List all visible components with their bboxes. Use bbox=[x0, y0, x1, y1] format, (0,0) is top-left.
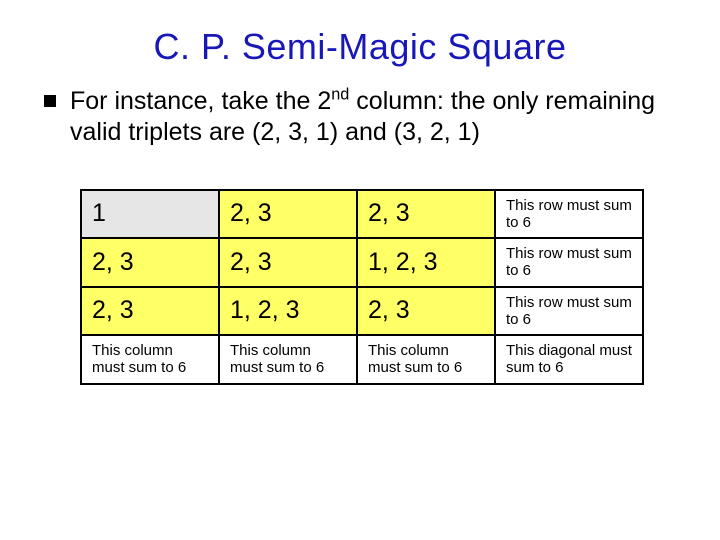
row-note-3: This row must sum to 6 bbox=[495, 287, 643, 336]
square-bullet-icon bbox=[44, 95, 56, 107]
page-title: C. P. Semi-Magic Square bbox=[40, 26, 680, 68]
bullet-text-pre: For instance, take the 2 bbox=[70, 87, 331, 115]
cell-r2c2: 2, 3 bbox=[219, 238, 357, 287]
slide: C. P. Semi-Magic Square For instance, ta… bbox=[0, 0, 720, 405]
diagonal-note: This diagonal must sum to 6 bbox=[495, 335, 643, 384]
row-note-1: This row must sum to 6 bbox=[495, 190, 643, 239]
cell-r3c3: 2, 3 bbox=[357, 287, 495, 336]
bullet-item: For instance, take the 2nd column: the o… bbox=[44, 86, 680, 149]
row-note-2: This row must sum to 6 bbox=[495, 238, 643, 287]
cell-r1c1: 1 bbox=[81, 190, 219, 239]
col-note-2: This column must sum to 6 bbox=[219, 335, 357, 384]
cell-r2c1: 2, 3 bbox=[81, 238, 219, 287]
cell-r1c3: 2, 3 bbox=[357, 190, 495, 239]
cell-r3c1: 2, 3 bbox=[81, 287, 219, 336]
table-row: 2, 3 1, 2, 3 2, 3 This row must sum to 6 bbox=[81, 287, 643, 336]
cell-r1c2: 2, 3 bbox=[219, 190, 357, 239]
cell-r2c3: 1, 2, 3 bbox=[357, 238, 495, 287]
table-row: 2, 3 2, 3 1, 2, 3 This row must sum to 6 bbox=[81, 238, 643, 287]
col-note-3: This column must sum to 6 bbox=[357, 335, 495, 384]
table-footer-row: This column must sum to 6 This column mu… bbox=[81, 335, 643, 384]
cell-r3c2: 1, 2, 3 bbox=[219, 287, 357, 336]
magic-square-table: 1 2, 3 2, 3 This row must sum to 6 2, 3 … bbox=[80, 189, 644, 385]
table-row: 1 2, 3 2, 3 This row must sum to 6 bbox=[81, 190, 643, 239]
col-note-1: This column must sum to 6 bbox=[81, 335, 219, 384]
bullet-text-sup: nd bbox=[331, 86, 349, 104]
bullet-text: For instance, take the 2nd column: the o… bbox=[70, 86, 680, 149]
